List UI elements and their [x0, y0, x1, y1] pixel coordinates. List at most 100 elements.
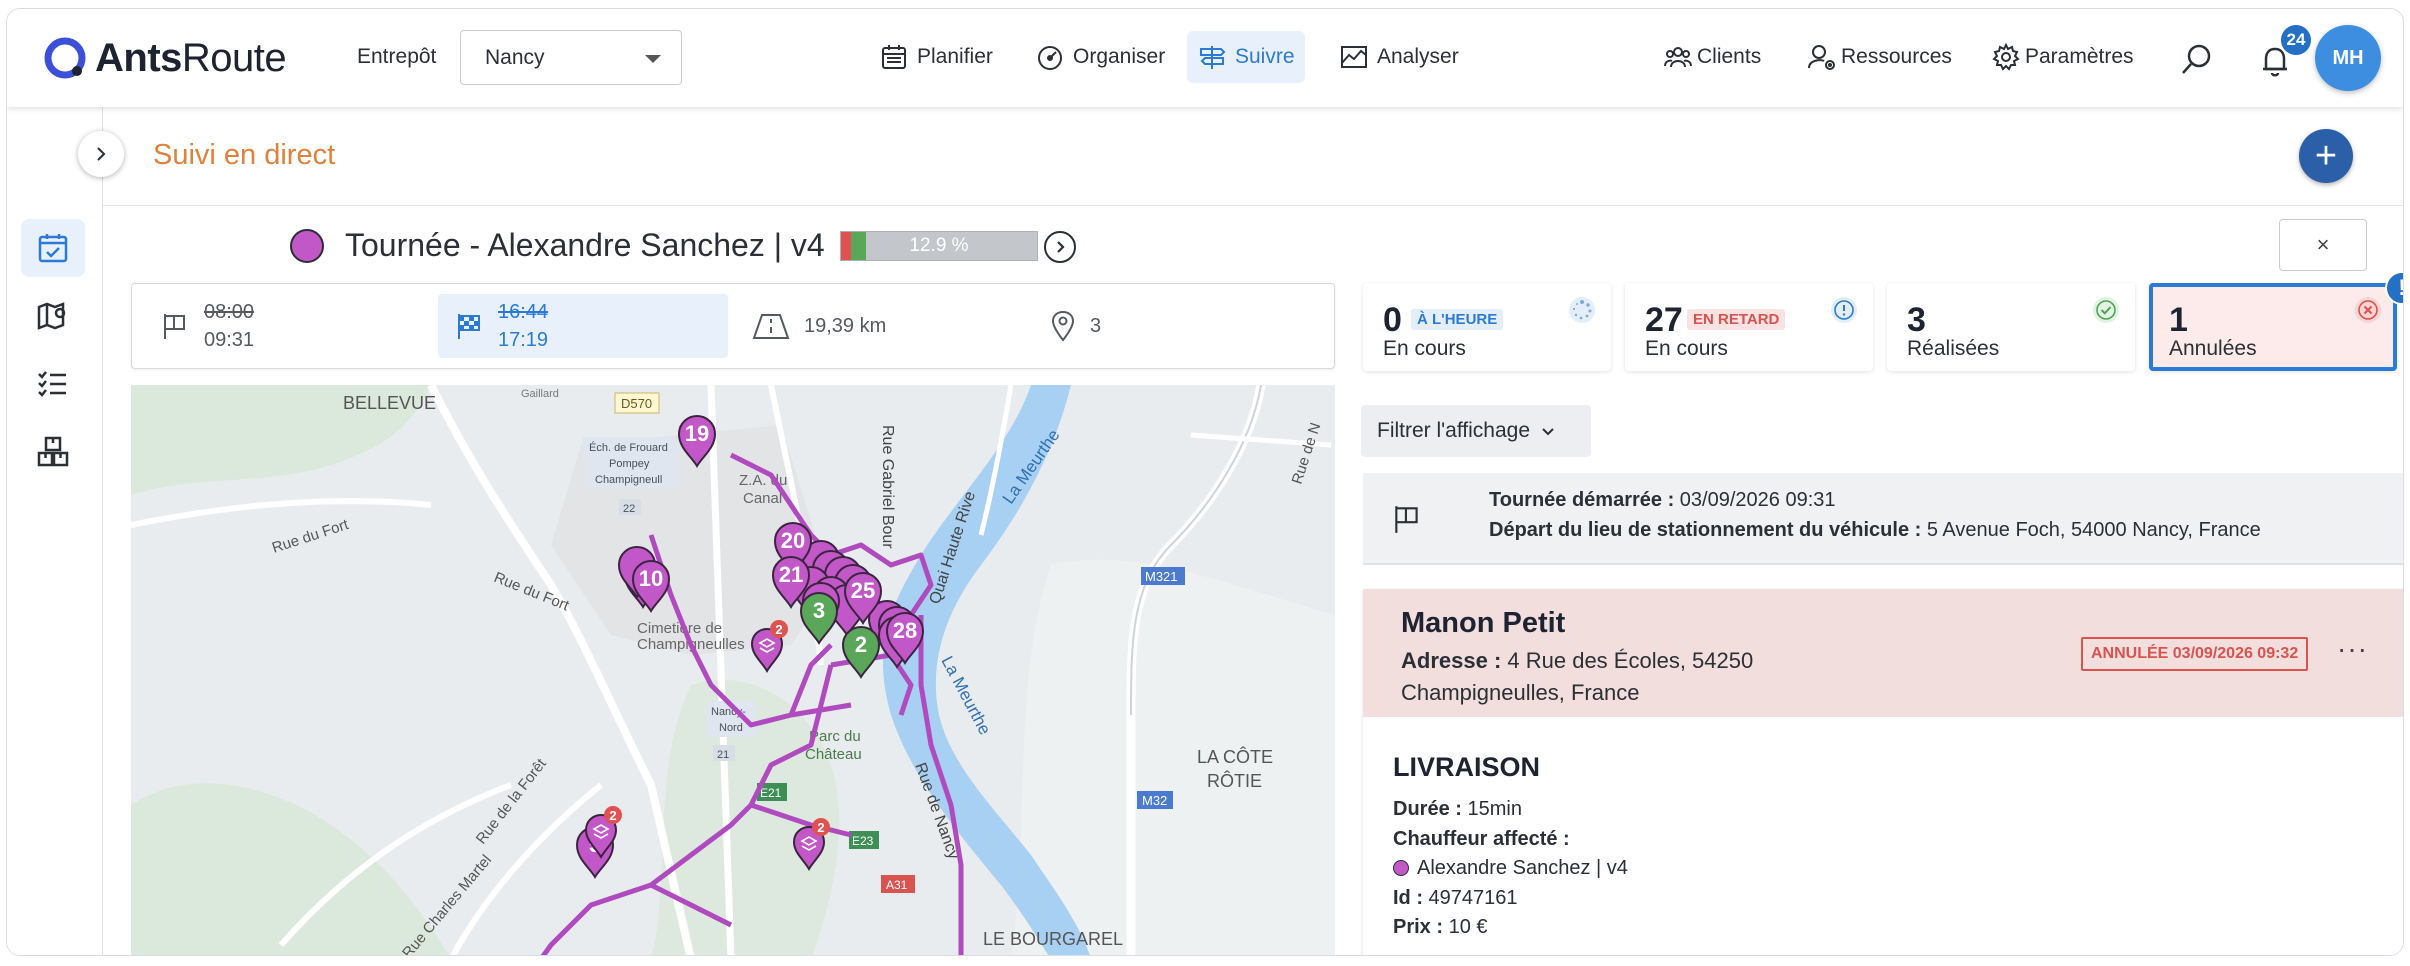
rail-checklist[interactable]: [21, 355, 85, 413]
stat-late[interactable]: 27 EN RETARD En cours: [1625, 283, 1873, 371]
stat-on-time-label: En cours: [1383, 337, 1466, 360]
page-title: Suivi en direct: [153, 139, 336, 171]
close-tour-button[interactable]: ×: [2279, 219, 2367, 271]
departure-value: 5 Avenue Foch, 54000 Nancy, France: [1921, 519, 2261, 541]
stops-value: 3: [1090, 314, 1102, 337]
stop-type: LIVRAISON: [1393, 752, 1541, 782]
info-icon: [1831, 297, 1857, 323]
map-label: M32: [1142, 793, 1167, 808]
map-canvas: BELLEVUE Gaillard D570 Éch. de Frouard P…: [131, 385, 1335, 955]
logo-text-bold: Ants: [95, 35, 182, 80]
user-avatar[interactable]: MH: [2315, 25, 2381, 91]
nav-clients[interactable]: Clients: [1653, 31, 1771, 83]
logo-icon: [44, 37, 86, 79]
chevron-right-icon: [97, 147, 106, 161]
gauge-icon: [1038, 46, 1062, 70]
driver-label: Chauffeur affecté :: [1393, 827, 1570, 850]
map-label: Champigneull: [595, 474, 662, 486]
actual-end-time: 17:19: [498, 329, 549, 351]
tour-progress-text: 12.9 %: [909, 235, 969, 256]
tour-start-card: Tournée démarrée : 03/09/2026 09:31 Dépa…: [1363, 473, 2403, 565]
logo-text-regular: Route: [181, 35, 287, 80]
calendar-icon: [882, 45, 906, 69]
map-marker-label: 20: [781, 528, 805, 553]
cancelled-status-badge: ANNULÉE 03/09/2026 09:32: [2081, 637, 2309, 671]
nav-suivre[interactable]: Suivre: [1187, 31, 1305, 83]
tour-started-label: Tournée démarrée :: [1489, 489, 1675, 511]
id-value: 49747161: [1423, 886, 1518, 909]
spinner-icon: [1569, 297, 1595, 323]
check-circle-icon: [2093, 297, 2119, 323]
map-marker-label: 25: [851, 578, 875, 603]
antsroute-logo[interactable]: AntsRoute: [43, 33, 287, 83]
map-pin-icon: [37, 302, 66, 330]
nav-organiser-label: Organiser: [1073, 45, 1166, 68]
planned-end-time: 16:44: [498, 301, 549, 323]
more-options-icon[interactable]: ···: [2337, 633, 2368, 665]
road-icon: [752, 314, 790, 339]
duration-label: Durée :: [1393, 798, 1462, 820]
map-marker-label: 2: [855, 632, 867, 657]
stops-cell: 3: [1050, 294, 1101, 358]
stop-customer-name: Manon Petit: [1401, 607, 1566, 639]
map-label: E23: [852, 834, 874, 848]
driver-color-dot: [1393, 860, 1409, 877]
location-pin-icon: [1051, 310, 1075, 342]
gear-icon: [1992, 42, 2020, 71]
stat-cancelled[interactable]: 1 Annulées: [2149, 283, 2397, 371]
chevron-right-icon: [1057, 241, 1065, 253]
stat-done[interactable]: 3 Réalisées: [1887, 283, 2135, 371]
nav-parametres-label: Paramètres: [2025, 45, 2134, 68]
actual-start-time: 09:31: [204, 329, 255, 351]
map-label: Pompey: [609, 458, 650, 470]
warehouse-select[interactable]: Nancy: [460, 30, 682, 85]
cluster-count-badge: 2: [817, 820, 824, 835]
tour-progress-bar: 12.9 %: [840, 231, 1038, 261]
map-label: BELLEVUE: [343, 393, 436, 413]
map-marker-label: 3: [813, 598, 825, 623]
header-divider: [103, 205, 2403, 206]
nav-analyser[interactable]: Analyser: [1329, 31, 1469, 83]
rail-toggle-button[interactable]: [78, 131, 124, 177]
driver-value: Alexandre Sanchez | v4: [1417, 857, 1628, 880]
stat-on-time[interactable]: 0 À L'HEURE En cours: [1363, 283, 1611, 371]
map-label: RÔTIE: [1207, 770, 1262, 791]
map-marker-label: 19: [685, 421, 709, 446]
nav-organiser[interactable]: Organiser: [1025, 31, 1175, 83]
cluster-count-badge: 2: [609, 808, 616, 823]
tour-started-value: 03/09/2026 09:31: [1674, 489, 1836, 511]
end-time-cell: 16:44 17:19: [438, 294, 728, 358]
map-label: Rue Gabriel Bour: [879, 425, 896, 549]
nav-planifier[interactable]: Planifier: [869, 31, 1003, 83]
map-marker-label: 10: [639, 566, 663, 591]
nav-analyser-label: Analyser: [1377, 45, 1459, 68]
warehouse-label: Entrepôt: [357, 45, 437, 68]
add-button[interactable]: +: [2299, 129, 2353, 183]
stop-card[interactable]: Manon Petit Adresse : 4 Rue des Écoles, …: [1363, 589, 2403, 955]
stop-address-label: Adresse :: [1401, 648, 1502, 673]
nav-clients-label: Clients: [1697, 45, 1762, 68]
tour-color-dot: [290, 229, 324, 263]
nav-parametres[interactable]: Paramètres: [1981, 31, 2144, 83]
rail-live-tracking[interactable]: [21, 219, 85, 277]
filter-display-button[interactable]: Filtrer l'affichage: [1361, 405, 1591, 457]
signpost-icon: [1200, 46, 1226, 69]
tour-next-button[interactable]: [1044, 231, 1076, 263]
search-icon[interactable]: [2179, 41, 2215, 77]
map-label: E21: [760, 786, 782, 800]
planned-start-time: 08:00: [204, 301, 255, 323]
chart-area-icon: [1341, 46, 1367, 68]
nav-ressources[interactable]: Ressources: [1797, 31, 1962, 83]
nav-ressources-label: Ressources: [1841, 45, 1952, 68]
rail-map[interactable]: [21, 287, 85, 345]
map-label: LA CÔTE: [1197, 746, 1273, 767]
app-frame: AntsRoute Entrepôt Nancy Planifier Organ…: [6, 8, 2404, 956]
route-map[interactable]: BELLEVUE Gaillard D570 Éch. de Frouard P…: [131, 385, 1335, 955]
start-time-cell: 08:00 09:31: [160, 294, 254, 358]
rail-packages[interactable]: [21, 423, 85, 481]
flag-icon: [1395, 506, 1418, 533]
map-label: D570: [621, 396, 652, 411]
top-bar: AntsRoute Entrepôt Nancy Planifier Organ…: [7, 9, 2403, 107]
stat-cancelled-label: Annulées: [2169, 337, 2257, 360]
notification-count-badge: 24: [2279, 23, 2313, 57]
